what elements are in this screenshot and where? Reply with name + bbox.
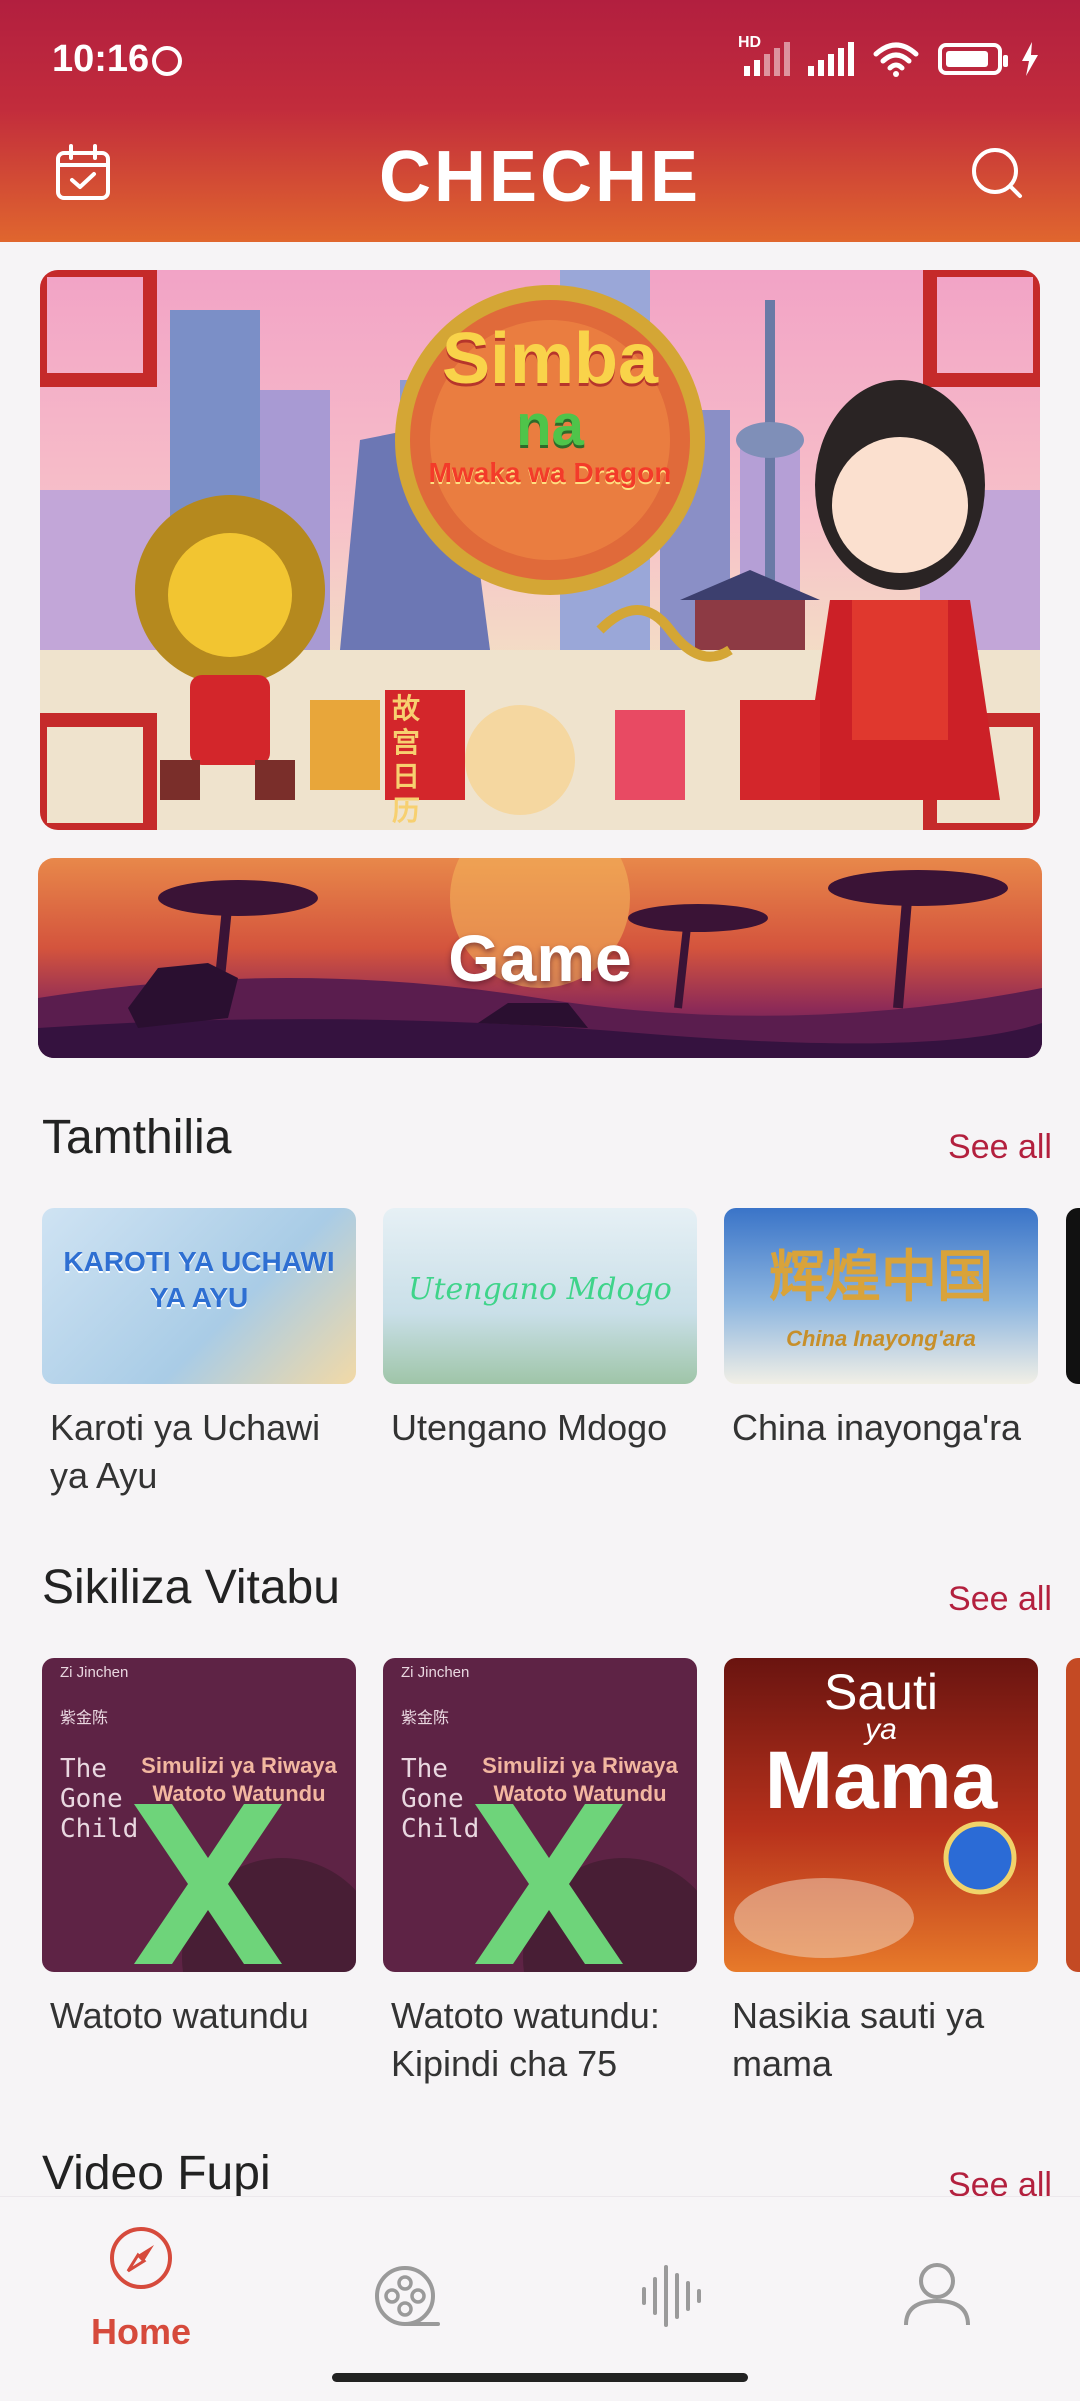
audiobook-card-partial[interactable] (1066, 1658, 1080, 1972)
section-title-video-fupi: Video Fupi (42, 2147, 271, 2200)
notification-icon (152, 46, 182, 76)
drama-thumbnail: Utengano Mdogo (383, 1208, 697, 1384)
game-label: Game (448, 921, 632, 995)
wifi-icon (873, 42, 919, 77)
audio-wave-icon (642, 2265, 701, 2327)
audiobook-title: Watoto watundu (50, 1995, 309, 2036)
audiobook-cover: Zi Jinchen 紫金陈 The Gone Child Simulizi y… (383, 1658, 697, 1972)
nav-audio[interactable] (540, 2197, 810, 2401)
close-x-icon (475, 1804, 697, 1972)
audiobook-card[interactable]: Zi Jinchen 紫金陈 The Gone Child Simulizi y… (383, 1658, 697, 2088)
charging-icon (1022, 42, 1038, 76)
close-x-icon (134, 1804, 356, 1972)
status-icons: HD (738, 34, 1040, 78)
audiobook-card[interactable]: Sauti ya Mama Nasikia sauti ya mama (724, 1658, 1038, 2088)
film-reel-icon (375, 2266, 440, 2326)
app-title: CHECHE (378, 137, 702, 217)
audiobook-cover: Sauti ya Mama (724, 1658, 1038, 1972)
nav-home-label: Home (90, 2311, 192, 2352)
drama-thumbnail: KAROTI YA UCHAWI YA AYU (42, 1208, 356, 1384)
bottom-navigation: Home (0, 2196, 1080, 2400)
profile-icon (904, 2263, 970, 2326)
see-all-sikiliza-vitabu[interactable]: See all (948, 1580, 1052, 1619)
nav-videos[interactable] (270, 2197, 540, 2401)
battery-icon (938, 43, 1008, 75)
status-bar: 10:16 HD (0, 0, 1080, 120)
audiobook-title: Watoto watundu: Kipindi cha 75 (391, 1995, 660, 2084)
drama-card[interactable]: 辉煌中国 China Inayong'ara China inayonga'ra (724, 1208, 1038, 1452)
hd-signal-icon: HD (738, 34, 790, 76)
nav-profile[interactable] (804, 2197, 1074, 2401)
signal-icon (808, 42, 854, 76)
audiobook-title: Nasikia sauti ya mama (732, 1995, 985, 2084)
drama-card[interactable]: Utengano Mdogo Utengano Mdogo (383, 1208, 697, 1452)
drama-card-partial[interactable] (1066, 1208, 1080, 1384)
banner-title: Simba na Mwaka wa Dragon (428, 319, 672, 488)
section-title-sikiliza-vitabu: Sikiliza Vitabu (42, 1561, 340, 1614)
home-indicator[interactable] (332, 2373, 748, 2382)
audiobook-cover: Zi Jinchen 紫金陈 The Gone Child Simulizi y… (42, 1658, 356, 1972)
hero-banner[interactable]: Simba na Mwaka wa Dragon 故宫日历 (40, 270, 1040, 830)
nav-home[interactable]: Home (6, 2197, 276, 2401)
banner-sign: 故宫日历 (392, 693, 421, 826)
drama-title: Utengano Mdogo (391, 1407, 668, 1448)
drama-card[interactable]: KAROTI YA UCHAWI YA AYU Karoti ya Uchawi… (42, 1208, 356, 1500)
award-badge-icon (734, 1821, 1017, 1958)
app-header: 10:16 HD CHECHE (0, 0, 1080, 242)
audiobook-card[interactable]: Zi Jinchen 紫金陈 The Gone Child Simulizi y… (42, 1658, 356, 2040)
drama-title: Karoti ya Uchawi ya Ayu (50, 1407, 321, 1496)
drama-thumbnail: 辉煌中国 China Inayong'ara (724, 1208, 1038, 1384)
compass-icon (110, 2227, 172, 2289)
search-icon[interactable] (968, 144, 1026, 202)
drama-title: China inayonga'ra (732, 1407, 1022, 1448)
status-time: 10:16 (52, 38, 150, 80)
see-all-tamthilia[interactable]: See all (948, 1128, 1052, 1167)
game-banner[interactable]: Game (38, 858, 1042, 1058)
section-title-tamthilia: Tamthilia (42, 1111, 232, 1164)
